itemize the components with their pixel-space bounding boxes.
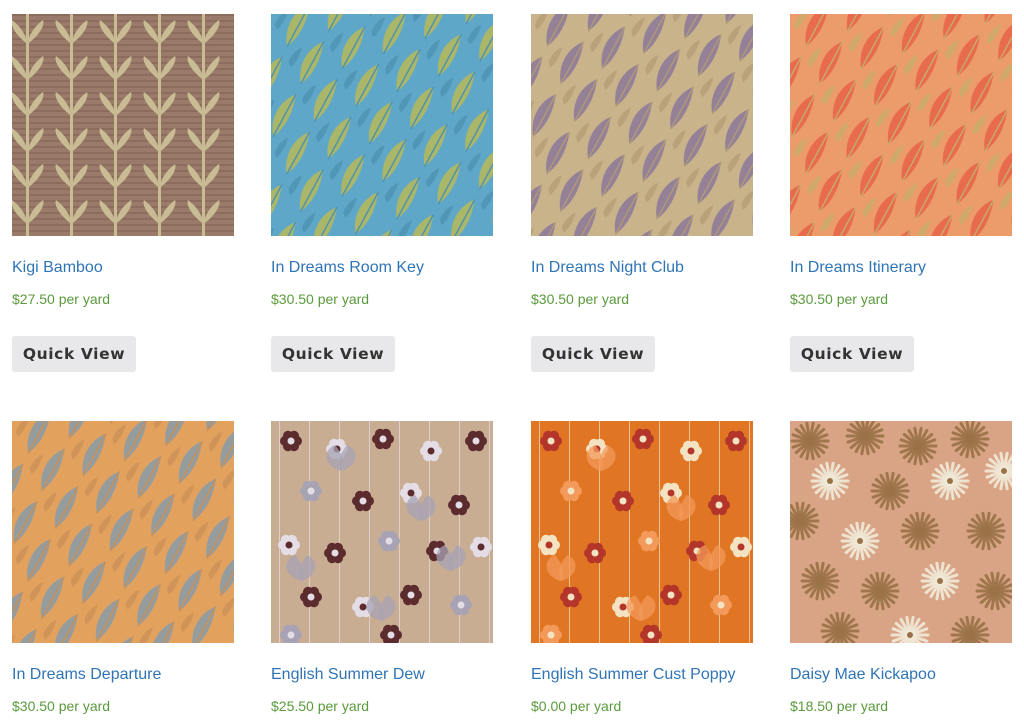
quick-view-button[interactable]: Quick View: [271, 336, 395, 372]
product-card: English Summer Cust Poppy $0.00 per yard: [531, 421, 753, 714]
product-image[interactable]: [12, 14, 234, 236]
product-image[interactable]: [531, 421, 753, 643]
product-price: $30.50 per yard: [12, 698, 111, 714]
product-title-link[interactable]: Daisy Mae Kickapoo: [790, 666, 936, 684]
product-card: Kigi Bamboo $27.50 per yard Quick View: [12, 14, 234, 372]
product-card: Daisy Mae Kickapoo $18.50 per yard: [790, 421, 1012, 714]
product-image[interactable]: [790, 421, 1012, 643]
product-image[interactable]: [531, 14, 753, 236]
product-title-link[interactable]: In Dreams Departure: [12, 666, 161, 684]
product-price: $27.50 per yard: [12, 291, 111, 307]
fabric-swatch: [271, 421, 493, 643]
fabric-swatch: [790, 421, 1012, 643]
product-image[interactable]: [12, 421, 234, 643]
quick-view-button[interactable]: Quick View: [531, 336, 655, 372]
product-price: $30.50 per yard: [531, 291, 630, 307]
fabric-swatch: [12, 14, 234, 236]
product-title-link[interactable]: English Summer Cust Poppy: [531, 666, 736, 684]
product-price: $30.50 per yard: [271, 291, 370, 307]
product-card: English Summer Dew $25.50 per yard: [271, 421, 493, 714]
product-title-link[interactable]: In Dreams Night Club: [531, 259, 684, 277]
product-image[interactable]: [271, 14, 493, 236]
product-price: $25.50 per yard: [271, 698, 370, 714]
product-price: $30.50 per yard: [790, 291, 889, 307]
product-card: In Dreams Room Key $30.50 per yard Quick…: [271, 14, 493, 372]
product-card: In Dreams Departure $30.50 per yard: [12, 421, 234, 714]
product-price: $18.50 per yard: [790, 698, 889, 714]
quick-view-button[interactable]: Quick View: [12, 336, 136, 372]
fabric-swatch: [531, 421, 753, 643]
fabric-swatch: [12, 421, 234, 643]
product-grid: Kigi Bamboo $27.50 per yard Quick View I…: [0, 0, 1024, 720]
quick-view-button[interactable]: Quick View: [790, 336, 914, 372]
product-title-link[interactable]: In Dreams Itinerary: [790, 259, 926, 277]
product-card: In Dreams Night Club $30.50 per yard Qui…: [531, 14, 753, 372]
product-image[interactable]: [271, 421, 493, 643]
product-image[interactable]: [790, 14, 1012, 236]
product-title-link[interactable]: English Summer Dew: [271, 666, 425, 684]
product-price: $0.00 per yard: [531, 698, 622, 714]
fabric-swatch: [271, 14, 493, 236]
product-title-link[interactable]: Kigi Bamboo: [12, 259, 103, 277]
fabric-swatch: [790, 14, 1012, 236]
product-card: In Dreams Itinerary $30.50 per yard Quic…: [790, 14, 1012, 372]
product-title-link[interactable]: In Dreams Room Key: [271, 259, 424, 277]
fabric-swatch: [531, 14, 753, 236]
